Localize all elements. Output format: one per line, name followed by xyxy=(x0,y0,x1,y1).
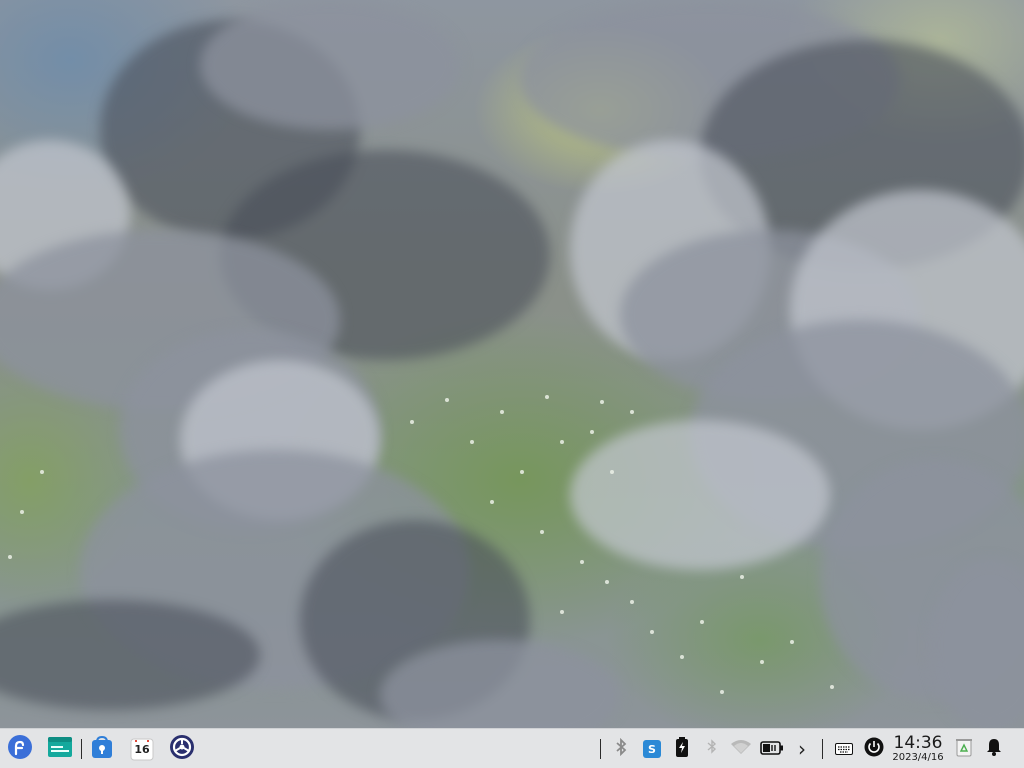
tray-separator xyxy=(600,739,601,759)
calendar-icon: 16 xyxy=(130,737,154,761)
taskbar-separator xyxy=(81,739,82,759)
bluetooth-disabled-icon xyxy=(705,739,719,759)
battery-charging-icon xyxy=(675,737,689,761)
file-manager-button[interactable] xyxy=(44,733,76,765)
keyboard-icon xyxy=(835,740,853,759)
recycle-bin-button[interactable] xyxy=(952,737,976,761)
input-method-label: S xyxy=(648,742,656,756)
wifi-tray-button[interactable] xyxy=(729,737,753,761)
input-method-icon: S xyxy=(643,740,661,758)
battery-indicator-tray-button[interactable] xyxy=(760,737,784,761)
settings-button[interactable] xyxy=(166,733,198,765)
start-menu-button[interactable] xyxy=(4,733,36,765)
app-store-icon xyxy=(89,734,115,764)
keyboard-tray-button[interactable] xyxy=(832,737,856,761)
bluetooth-off-tray-button[interactable] xyxy=(700,737,724,761)
power-icon xyxy=(864,737,884,761)
settings-icon xyxy=(169,734,195,764)
notification-bell-icon xyxy=(985,737,1003,761)
start-menu-icon xyxy=(7,734,33,764)
recycle-bin-icon xyxy=(955,737,973,761)
power-button[interactable] xyxy=(862,737,886,761)
chevron-right-icon: › xyxy=(798,737,806,761)
battery-indicator-icon xyxy=(760,740,784,759)
battery-charging-tray-button[interactable] xyxy=(670,737,694,761)
tray-separator xyxy=(822,739,823,759)
wallpaper-cloud xyxy=(570,420,830,570)
wifi-icon xyxy=(730,739,752,759)
notification-center-button[interactable] xyxy=(982,737,1006,761)
clock-time: 14:36 xyxy=(893,733,943,753)
taskbar: 16 S › 14:36 2023/4/16 xyxy=(0,728,1024,768)
input-method-tray-button[interactable]: S xyxy=(640,737,664,761)
calendar-day-badge: 16 xyxy=(134,743,150,756)
wallpaper-cloud xyxy=(200,0,460,130)
clock[interactable]: 14:36 2023/4/16 xyxy=(888,734,948,764)
clock-date: 2023/4/16 xyxy=(892,752,944,763)
app-store-button[interactable] xyxy=(86,733,118,765)
bluetooth-icon xyxy=(613,737,629,760)
desktop-wallpaper[interactable] xyxy=(0,0,1024,728)
tray-expand-button[interactable]: › xyxy=(790,737,814,761)
file-manager-icon xyxy=(46,734,74,764)
bluetooth-tray-button[interactable] xyxy=(609,737,633,761)
calendar-button[interactable]: 16 xyxy=(126,733,158,765)
